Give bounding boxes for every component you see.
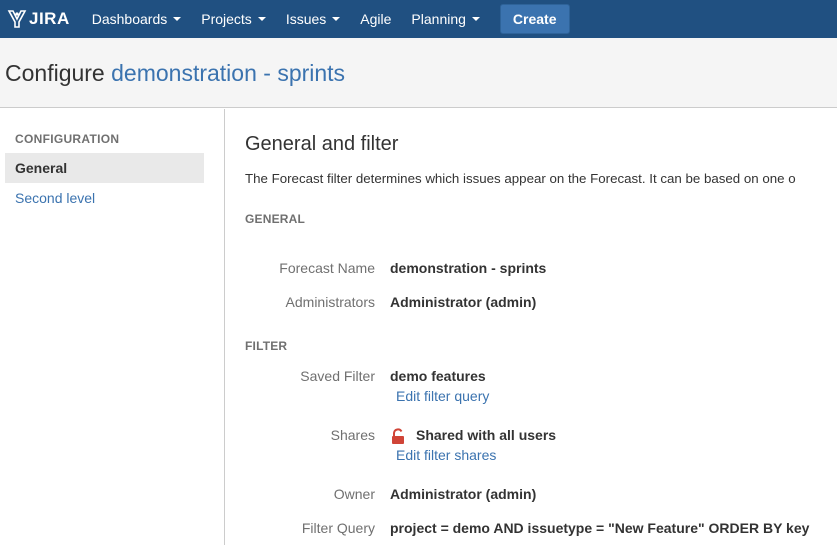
owner-value: Administrator (admin) [390,486,537,502]
page-title: Configure demonstration - sprints [5,60,345,87]
forecast-name-label: Forecast Name [279,260,375,276]
logo-text: JIRA [29,9,70,28]
shares-label: Shares [330,427,375,443]
caret-down-icon [471,17,480,21]
sidebar-item-second-level[interactable]: Second level [5,183,204,213]
owner-label: Owner [333,486,375,502]
section-title: General and filter [245,133,399,155]
nav-issues-label: Issues [285,11,327,27]
nav-dashboards-label: Dashboards [91,11,168,27]
nav-dashboards[interactable]: Dashboards [82,0,192,38]
general-heading: GENERAL [245,212,306,226]
sidebar-item-general[interactable]: General [5,153,204,183]
lock-icon [392,428,404,444]
nav-planning[interactable]: Planning [401,0,490,38]
filter-heading: FILTER [245,339,288,353]
nav-agile[interactable]: Agile [350,0,401,38]
administrators-label: Administrators [285,294,375,310]
nav-planning-label: Planning [411,11,466,27]
caret-down-icon [332,17,341,21]
nav-issues[interactable]: Issues [276,0,350,38]
edit-filter-shares-link[interactable]: Edit filter shares [396,447,496,463]
create-button[interactable]: Create [499,4,570,34]
saved-filter-value: demo features [390,368,486,384]
saved-filter-label: Saved Filter [300,368,375,384]
caret-down-icon [173,17,182,21]
edit-filter-query-link[interactable]: Edit filter query [396,388,489,404]
top-navigation-bar: JIRA Dashboards Projects Issues Agile Pl… [0,0,837,38]
page-title-project-link[interactable]: demonstration - sprints [111,60,345,86]
filter-query-label: Filter Query [301,520,375,536]
shares-value: Shared with all users [416,427,557,443]
forecast-name-value: demonstration - sprints [390,260,547,276]
nav-projects[interactable]: Projects [191,0,276,38]
section-description: The Forecast filter determines which iss… [245,171,796,186]
main-content: General and filter The Forecast filter d… [245,109,837,545]
sidebar-heading: CONFIGURATION [15,132,120,146]
nav-agile-label: Agile [360,11,392,27]
jira-logo[interactable]: JIRA [6,9,70,29]
jira-logo-icon [7,10,27,28]
page-header: Configure demonstration - sprints [0,38,837,108]
page-title-prefix: Configure [5,60,105,86]
administrators-value: Administrator (admin) [390,294,537,310]
sidebar: CONFIGURATION General Second level [0,109,225,545]
nav-projects-label: Projects [201,11,252,27]
caret-down-icon [257,17,266,21]
filter-query-value: project = demo AND issuetype = "New Feat… [390,520,810,536]
